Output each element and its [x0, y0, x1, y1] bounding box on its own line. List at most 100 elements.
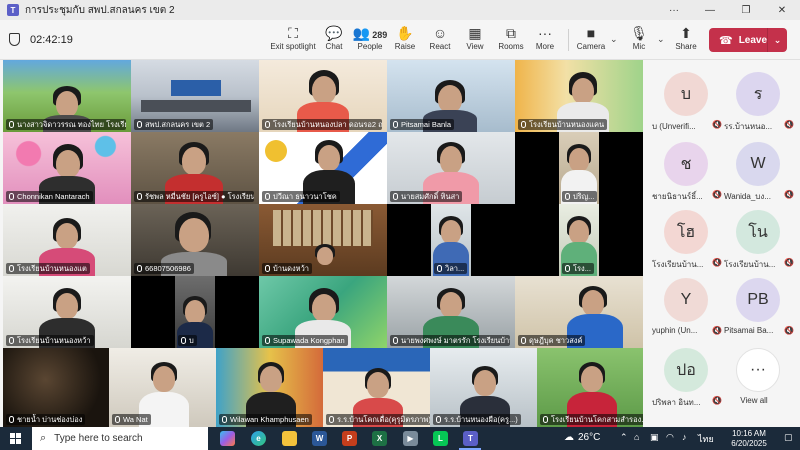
video-tile[interactable]: โรงเรียนบ้านหนองปลา ดอนรอ2 ณ.แล้วๆ... — [259, 60, 387, 132]
teams-icon: T — [7, 4, 19, 16]
excel-icon[interactable]: X — [372, 431, 387, 446]
participant-card[interactable]: บ บ (Unverifi... 🔇 — [650, 72, 722, 138]
leave-options-chevron-icon[interactable]: ⌄ — [767, 28, 787, 52]
video-tile[interactable]: Pitsamai Banla — [387, 60, 515, 132]
close-button[interactable]: ✕ — [764, 0, 800, 20]
camera-button[interactable]: ■ Camera — [568, 24, 614, 58]
more-button[interactable]: ··· More — [522, 24, 568, 58]
video-tile[interactable]: โรงเรียนบ้านหนองแต — [3, 204, 131, 276]
video-tile[interactable]: ปวีณา ธนาวนาโชค — [259, 132, 387, 204]
avatar: บ — [664, 72, 708, 116]
participant-name: นายสมศักดิ์ หินสา — [390, 191, 463, 202]
maximize-button[interactable]: ❐ — [728, 0, 764, 20]
exit-spotlight-icon: ⛶ — [288, 25, 298, 41]
video-tile[interactable]: โรงเรียนบ้านโคกสามสำรอง... — [537, 348, 643, 427]
video-tile[interactable]: โรงเรียนบ้านหนองแคน — [515, 60, 643, 132]
powerpoint-icon[interactable]: P — [342, 431, 357, 446]
mic-icon — [393, 193, 398, 200]
mic-button[interactable]: 🎙 Mic — [616, 24, 662, 58]
copilot-icon[interactable] — [220, 431, 235, 446]
mic-icon — [329, 416, 334, 423]
participant-name: รัชพล หมื่นชัย [ครูไอซ์] ● โรงเรียน... — [134, 191, 254, 202]
video-tile[interactable]: รัชพล หมื่นชัย [ครูไอซ์] ● โรงเรียน... — [131, 132, 259, 204]
video-tile[interactable]: ร.ร.บ้านหนองผือ(ครู...) — [430, 348, 537, 427]
video-grid: นางสาวจิดาวรรณ ทองไทย โรงเรียนบ้าน... สพ… — [3, 60, 643, 427]
video-tile[interactable]: ร.ร.บ้านโคกเดื่อ(คุรุมิตรภาพ) — [323, 348, 430, 427]
participant-card-name: Wanida_บง... — [724, 192, 771, 201]
participant-name: โรงเรียนบ้านหนองหว้า — [6, 335, 94, 346]
system-clock[interactable]: 10:16 AM 6/20/2025 — [724, 429, 774, 449]
mic-icon — [181, 337, 186, 344]
meeting-toolbar: 02:42:19 ⛶ Exit spotlight 💬 Chat 👥 289 Pe… — [0, 20, 800, 60]
participant-name: ดุษฎีบุค ชาวสงค์ — [518, 335, 586, 346]
video-tile[interactable]: วิลา... — [387, 204, 515, 276]
participant-card-name: yuphin (Un... — [652, 326, 698, 335]
windows-taskbar: ⌕ Type here to search e W P X ▶ L T ☁ 26… — [0, 427, 800, 450]
avatar: โฮ — [664, 210, 708, 254]
mic-off-icon: 🔇 — [784, 326, 794, 335]
video-tile[interactable]: โรง... — [515, 204, 643, 276]
edge-browser-icon[interactable]: e — [251, 431, 266, 446]
notifications-icon[interactable]: ▢ — [784, 432, 793, 443]
media-player-icon[interactable]: ▶ — [403, 431, 418, 446]
chevron-up-icon[interactable]: ⌃ — [620, 432, 628, 443]
more-options-icon[interactable]: ··· — [656, 0, 692, 20]
share-button[interactable]: ⬆ Share — [663, 24, 709, 58]
cloud-icon: ☁ — [564, 432, 574, 443]
video-tile[interactable]: นายพงศพงษ์ มาตรรัก โรงเรียนบ้าน... — [387, 276, 515, 348]
word-icon[interactable]: W — [312, 431, 327, 446]
video-tile[interactable]: ดุษฎีบุค ชาวสงค์ — [515, 276, 643, 348]
mic-off-icon: 🔇 — [712, 190, 722, 199]
mic-icon — [222, 416, 227, 423]
video-tile[interactable]: Chonnikan Nantarach — [3, 132, 131, 204]
video-tile[interactable]: Supawada Kongphan — [259, 276, 387, 348]
participant-name: ร.ร.บ้านโคกเดื่อ(คุรุมิตรภาพ) — [326, 414, 430, 425]
mic-icon — [9, 121, 14, 128]
video-tile[interactable]: Wa Nat — [109, 348, 216, 427]
video-tile[interactable]: Wilawan Khamphusaen — [216, 348, 323, 427]
network-icon[interactable]: ⌂ — [634, 432, 639, 442]
participant-card[interactable]: W Wanida_บง... 🔇 — [722, 142, 794, 208]
video-tile[interactable]: นางสาวจิดาวรรณ ทองไทย โรงเรียนบ้าน... — [3, 60, 131, 132]
input-language[interactable]: ไทย — [698, 432, 714, 446]
participant-card-name: โรงเรียนบ้าน... — [724, 260, 776, 269]
file-explorer-icon[interactable] — [282, 431, 297, 446]
participant-card[interactable]: ร รร.บ้านหนอ... 🔇 — [722, 72, 794, 138]
line-app-icon[interactable]: L — [433, 431, 448, 446]
video-tile[interactable]: ชายน้ำ บ่านช่องบ่อง — [3, 348, 109, 427]
shield-icon[interactable] — [9, 33, 20, 46]
video-tile[interactable]: นายสมศักดิ์ หินสา — [387, 132, 515, 204]
participant-card[interactable]: Y yuphin (Un... 🔇 — [650, 278, 722, 344]
participant-card[interactable]: ปอ ปริพลา อินท... 🔇 — [650, 348, 722, 414]
chat-icon: 💬 — [325, 25, 343, 41]
video-tile[interactable]: สพป.สกลนคร เขต 2 — [131, 60, 259, 132]
participant-card-name: ชายนิธานร์ธิ์... — [652, 192, 703, 201]
exit-spotlight-button[interactable]: ⛶ Exit spotlight — [270, 24, 316, 58]
participant-name: โรงเรียนบ้านหนองแคน — [518, 119, 608, 130]
participant-name: บ — [178, 335, 197, 346]
mic-icon — [265, 121, 270, 128]
teams-taskbar-icon[interactable]: T — [463, 431, 478, 446]
participant-card-name: รร.บ้านหนอ... — [724, 122, 773, 131]
video-tile[interactable]: บ — [131, 276, 259, 348]
ellipsis-icon: ··· — [736, 348, 780, 392]
taskbar-search-box[interactable]: ⌕ Type here to search — [32, 427, 208, 450]
leave-button[interactable]: ☎ Leave ⌄ — [709, 28, 787, 52]
avatar: ปอ — [664, 348, 708, 392]
participant-card[interactable]: ช ชายนิธานร์ธิ์... 🔇 — [650, 142, 722, 208]
video-tile[interactable]: ปริญ... — [515, 132, 643, 204]
view-all-button[interactable]: ··· View all — [722, 348, 794, 414]
camera-status-icon[interactable]: ▣ — [650, 432, 659, 443]
volume-icon[interactable]: ♪ — [682, 432, 687, 442]
participant-card[interactable]: โฮ โรงเรียนบ้าน... 🔇 — [650, 210, 722, 276]
windows-start-icon[interactable] — [10, 433, 21, 444]
avatar: โน — [736, 210, 780, 254]
video-tile[interactable]: 66807506986 — [131, 204, 259, 276]
weather-widget[interactable]: ☁ 26°C — [564, 432, 600, 443]
video-tile[interactable]: โรงเรียนบ้านหนองหว้า — [3, 276, 131, 348]
participant-card[interactable]: PB Pitsamai Ba... 🔇 — [722, 278, 794, 344]
wifi-icon[interactable]: ◠ — [666, 432, 674, 443]
participant-card[interactable]: โน โรงเรียนบ้าน... 🔇 — [722, 210, 794, 276]
minimize-button[interactable]: — — [692, 0, 728, 20]
video-tile[interactable]: บ้านดงหว้า — [259, 204, 387, 276]
